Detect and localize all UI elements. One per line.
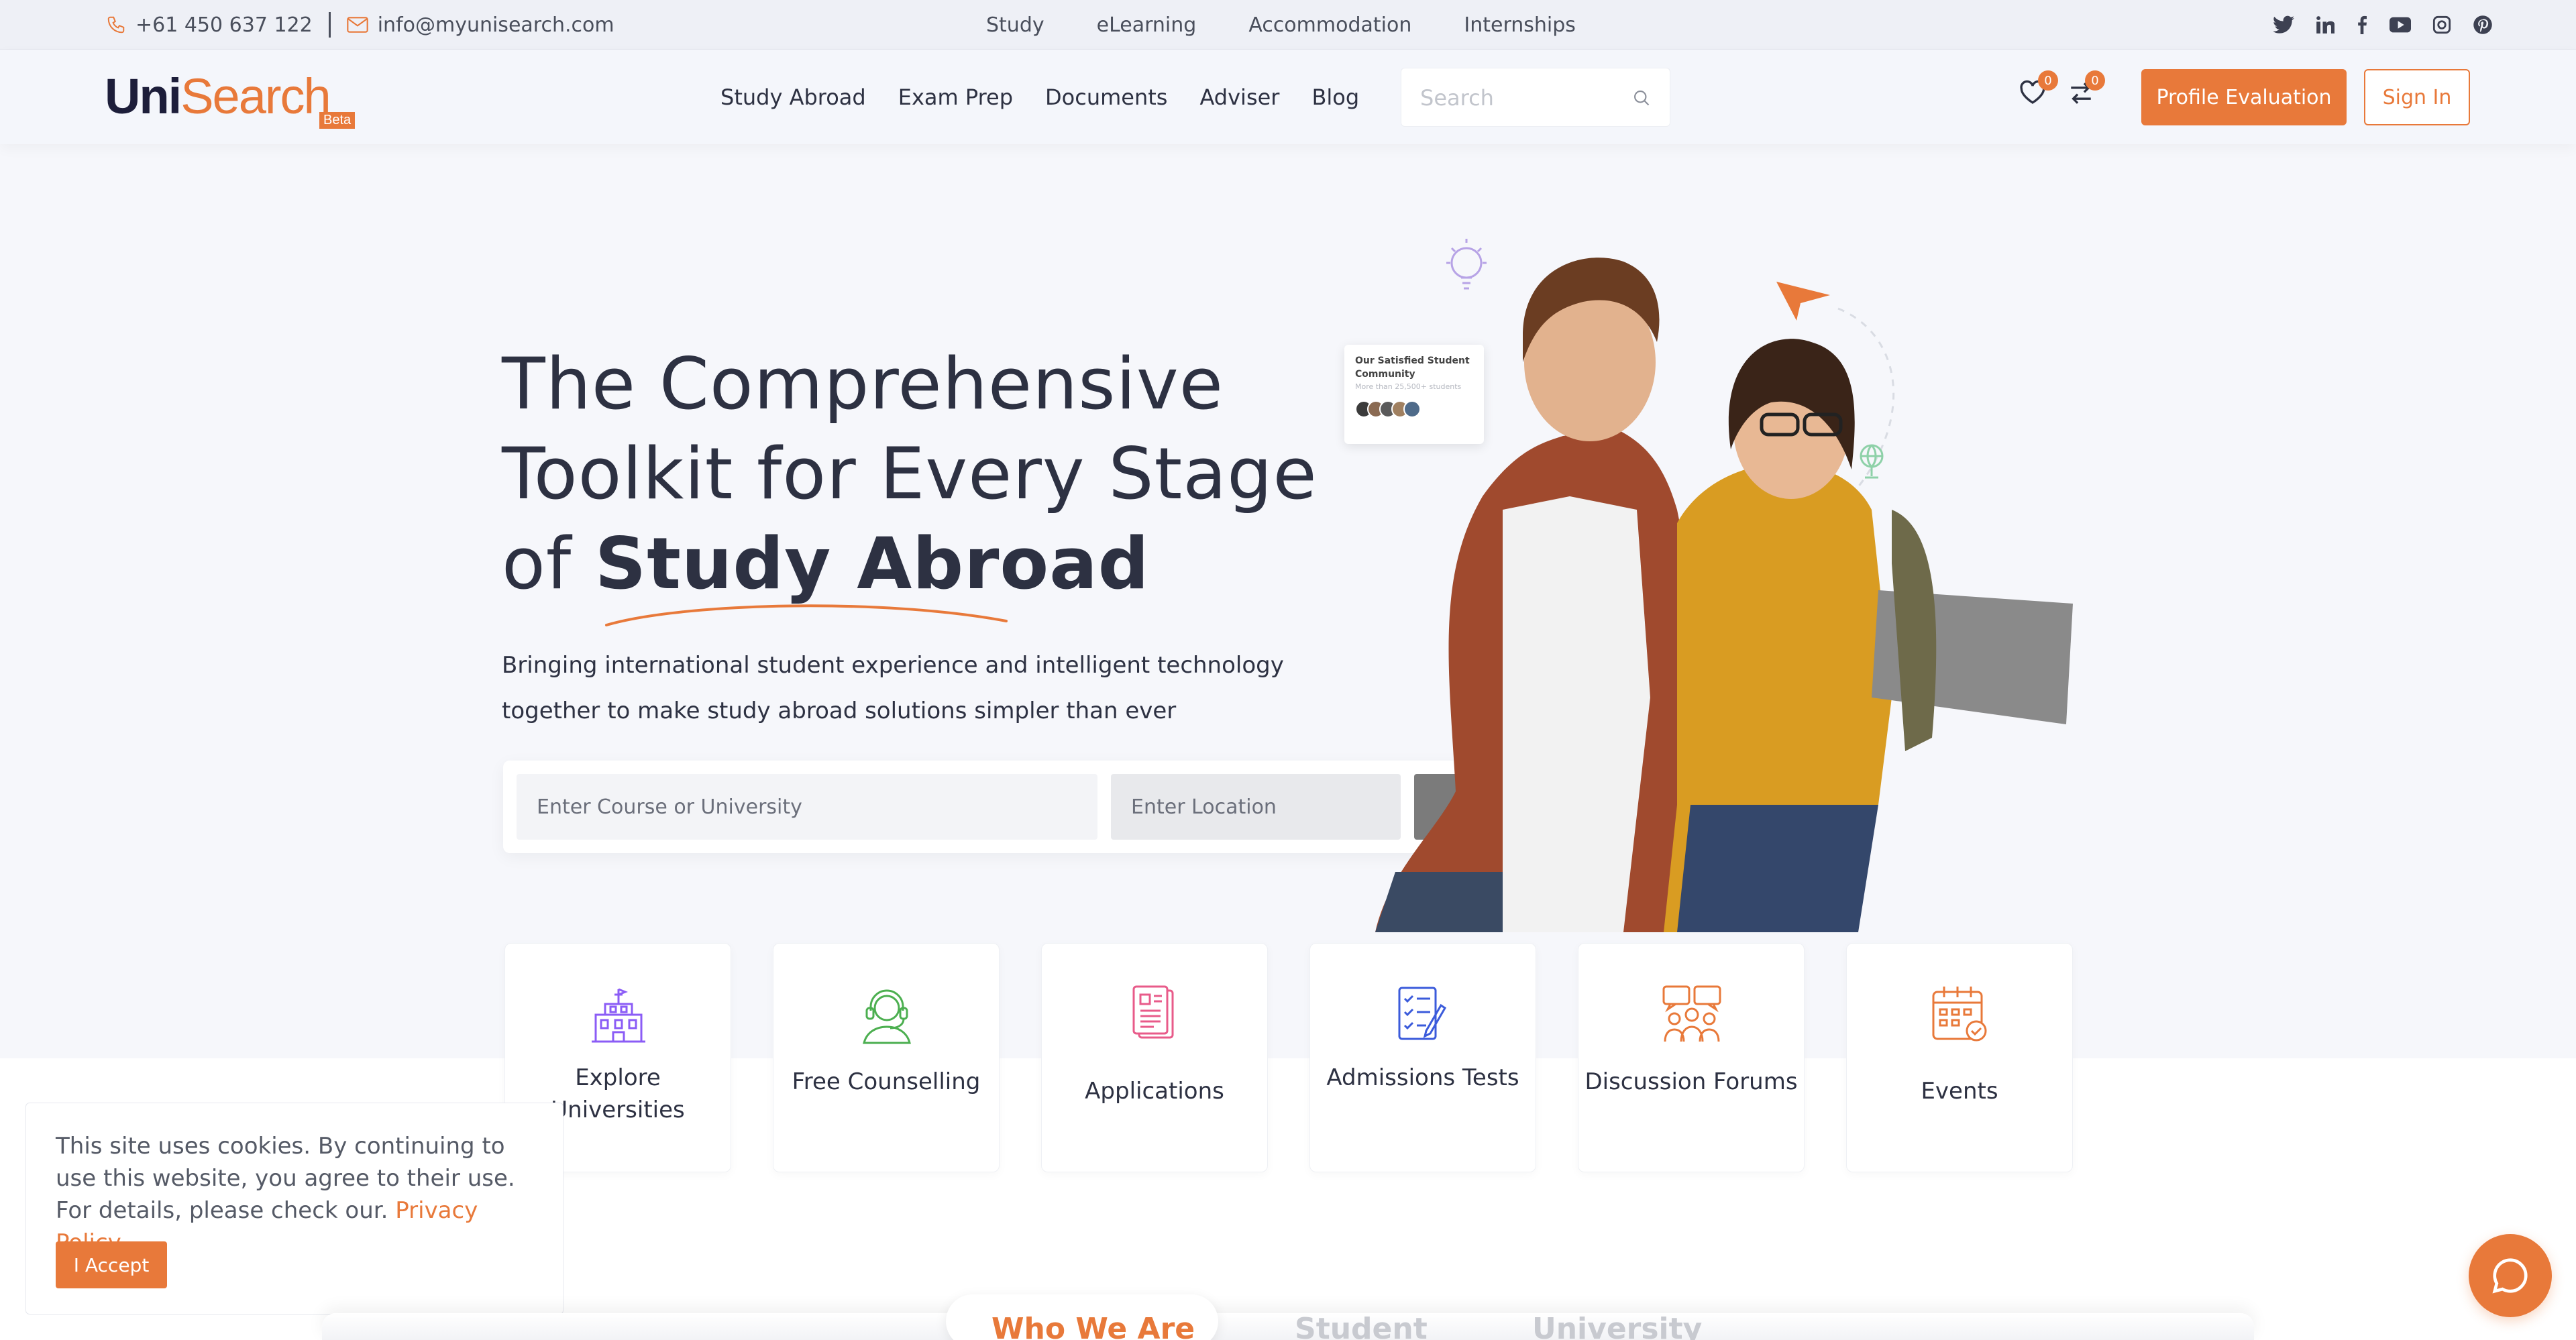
nav-documents[interactable]: Documents [1045, 85, 1167, 110]
compare-button[interactable]: 0 [2069, 70, 2105, 109]
card-label: Admissions Tests [1326, 1064, 1519, 1091]
community-subtitle: More than 25,500+ students [1355, 382, 1462, 391]
card-label: Free Counselling [792, 1068, 981, 1095]
sign-in-button[interactable]: Sign In [2364, 69, 2470, 125]
globe-icon [1860, 444, 1884, 479]
tab-who-we-are[interactable]: Who We Are [991, 1312, 1195, 1340]
card-label: Discussion Forums [1585, 1068, 1798, 1095]
card-label: Applications [1085, 1078, 1224, 1105]
lightbulb-icon [1446, 239, 1487, 290]
social-links [2251, 0, 2493, 50]
forum-icon [1662, 985, 1721, 1042]
card-free-counselling[interactable]: Free Counselling [773, 943, 1000, 1172]
top-links: Study eLearning Accommodation Internship… [986, 0, 1628, 50]
toplink-accommodation[interactable]: Accommodation [1248, 13, 1411, 37]
mail-icon [346, 17, 368, 33]
paper-plane-icon [1776, 282, 1830, 321]
avatar-group [1355, 400, 1473, 418]
card-admissions-tests[interactable]: Admissions Tests [1309, 943, 1536, 1172]
nav-study-abroad[interactable]: Study Abroad [720, 85, 866, 110]
logo-search: Search [180, 68, 331, 124]
course-input[interactable]: Enter Course or University [517, 774, 1097, 840]
hero-subtitle: Bringing international student experienc… [502, 643, 1307, 734]
cookie-message: This site uses cookies. By continuing to… [56, 1130, 533, 1259]
contact-info: +61 450 637 122 info@myunisearch.com [106, 0, 614, 50]
tab-student[interactable]: Student [1295, 1312, 1428, 1340]
university-icon [592, 988, 645, 1043]
card-discussion-forums[interactable]: Discussion Forums [1578, 943, 1805, 1172]
card-events[interactable]: Events [1846, 943, 2073, 1172]
cookie-banner: This site uses cookies. By continuing to… [25, 1103, 564, 1315]
search-icon[interactable] [1632, 89, 1651, 110]
community-title: Our Satisfied Student Community [1355, 355, 1470, 380]
document-icon [1132, 985, 1174, 1039]
phone-link[interactable]: +61 450 637 122 [136, 13, 313, 37]
chat-bubble-icon [2492, 1258, 2528, 1294]
test-checklist-icon [1398, 987, 1447, 1040]
card-label: Events [1921, 1078, 1998, 1105]
calendar-icon [1932, 987, 1987, 1042]
pinterest-icon[interactable] [2473, 15, 2493, 35]
toplink-study[interactable]: Study [986, 13, 1044, 37]
nav-exam-prep[interactable]: Exam Prep [898, 85, 1013, 110]
twitter-icon[interactable] [2273, 15, 2294, 34]
header-search [1401, 68, 1670, 127]
hero-title-of: of [502, 522, 572, 605]
hero-subtitle-line2: together to make study abroad solutions … [502, 697, 1177, 724]
community-card: Our Satisfied Student Community More tha… [1344, 345, 1484, 444]
chat-button[interactable] [2469, 1234, 2552, 1317]
hero-subtitle-line1: Bringing international student experienc… [502, 652, 1284, 679]
logo-uni: Uni [105, 68, 182, 124]
top-bar: +61 450 637 122 info@myunisearch.com Stu… [0, 0, 2576, 50]
youtube-icon[interactable] [2390, 17, 2411, 33]
accept-cookies-button[interactable]: I Accept [56, 1241, 167, 1288]
toplink-internships[interactable]: Internships [1464, 13, 1576, 37]
headset-icon [863, 989, 911, 1044]
profile-evaluation-button[interactable]: Profile Evaluation [2141, 69, 2347, 125]
hero-title-line2: Toolkit for Every Stage [502, 433, 1318, 515]
hero-title-bold: Study Abroad [594, 522, 1150, 605]
wishlist-button[interactable]: 0 [2019, 70, 2058, 108]
hero-title-line1: The Comprehensive [502, 343, 1224, 425]
students-photo [1375, 239, 2073, 932]
main-nav: Study Abroad Exam Prep Documents Adviser… [720, 50, 1391, 144]
nav-adviser[interactable]: Adviser [1199, 85, 1279, 110]
linkedin-icon[interactable] [2316, 15, 2334, 34]
nav-blog[interactable]: Blog [1311, 85, 1359, 110]
title-underline [605, 604, 1008, 626]
site-logo[interactable]: UniSearch Beta [105, 68, 356, 129]
tabs-container [322, 1313, 2254, 1340]
email-link[interactable]: info@myunisearch.com [378, 13, 614, 37]
instagram-icon[interactable] [2432, 15, 2451, 34]
main-header: UniSearch Beta Study Abroad Exam Prep Do… [0, 50, 2576, 144]
header-search-input[interactable] [1420, 68, 1621, 127]
compare-badge: 0 [2085, 70, 2105, 91]
hero-title: The Comprehensive Toolkit for Every Stag… [502, 339, 1318, 609]
phone-icon [107, 16, 125, 34]
wishlist-badge: 0 [2038, 70, 2058, 91]
avatar [1403, 400, 1421, 418]
tab-university[interactable]: University [1532, 1312, 1702, 1340]
card-applications[interactable]: Applications [1041, 943, 1268, 1172]
divider [328, 12, 331, 38]
logo-beta-badge: Beta [319, 112, 356, 129]
toplink-elearning[interactable]: eLearning [1097, 13, 1197, 37]
facebook-icon[interactable] [2356, 15, 2368, 34]
